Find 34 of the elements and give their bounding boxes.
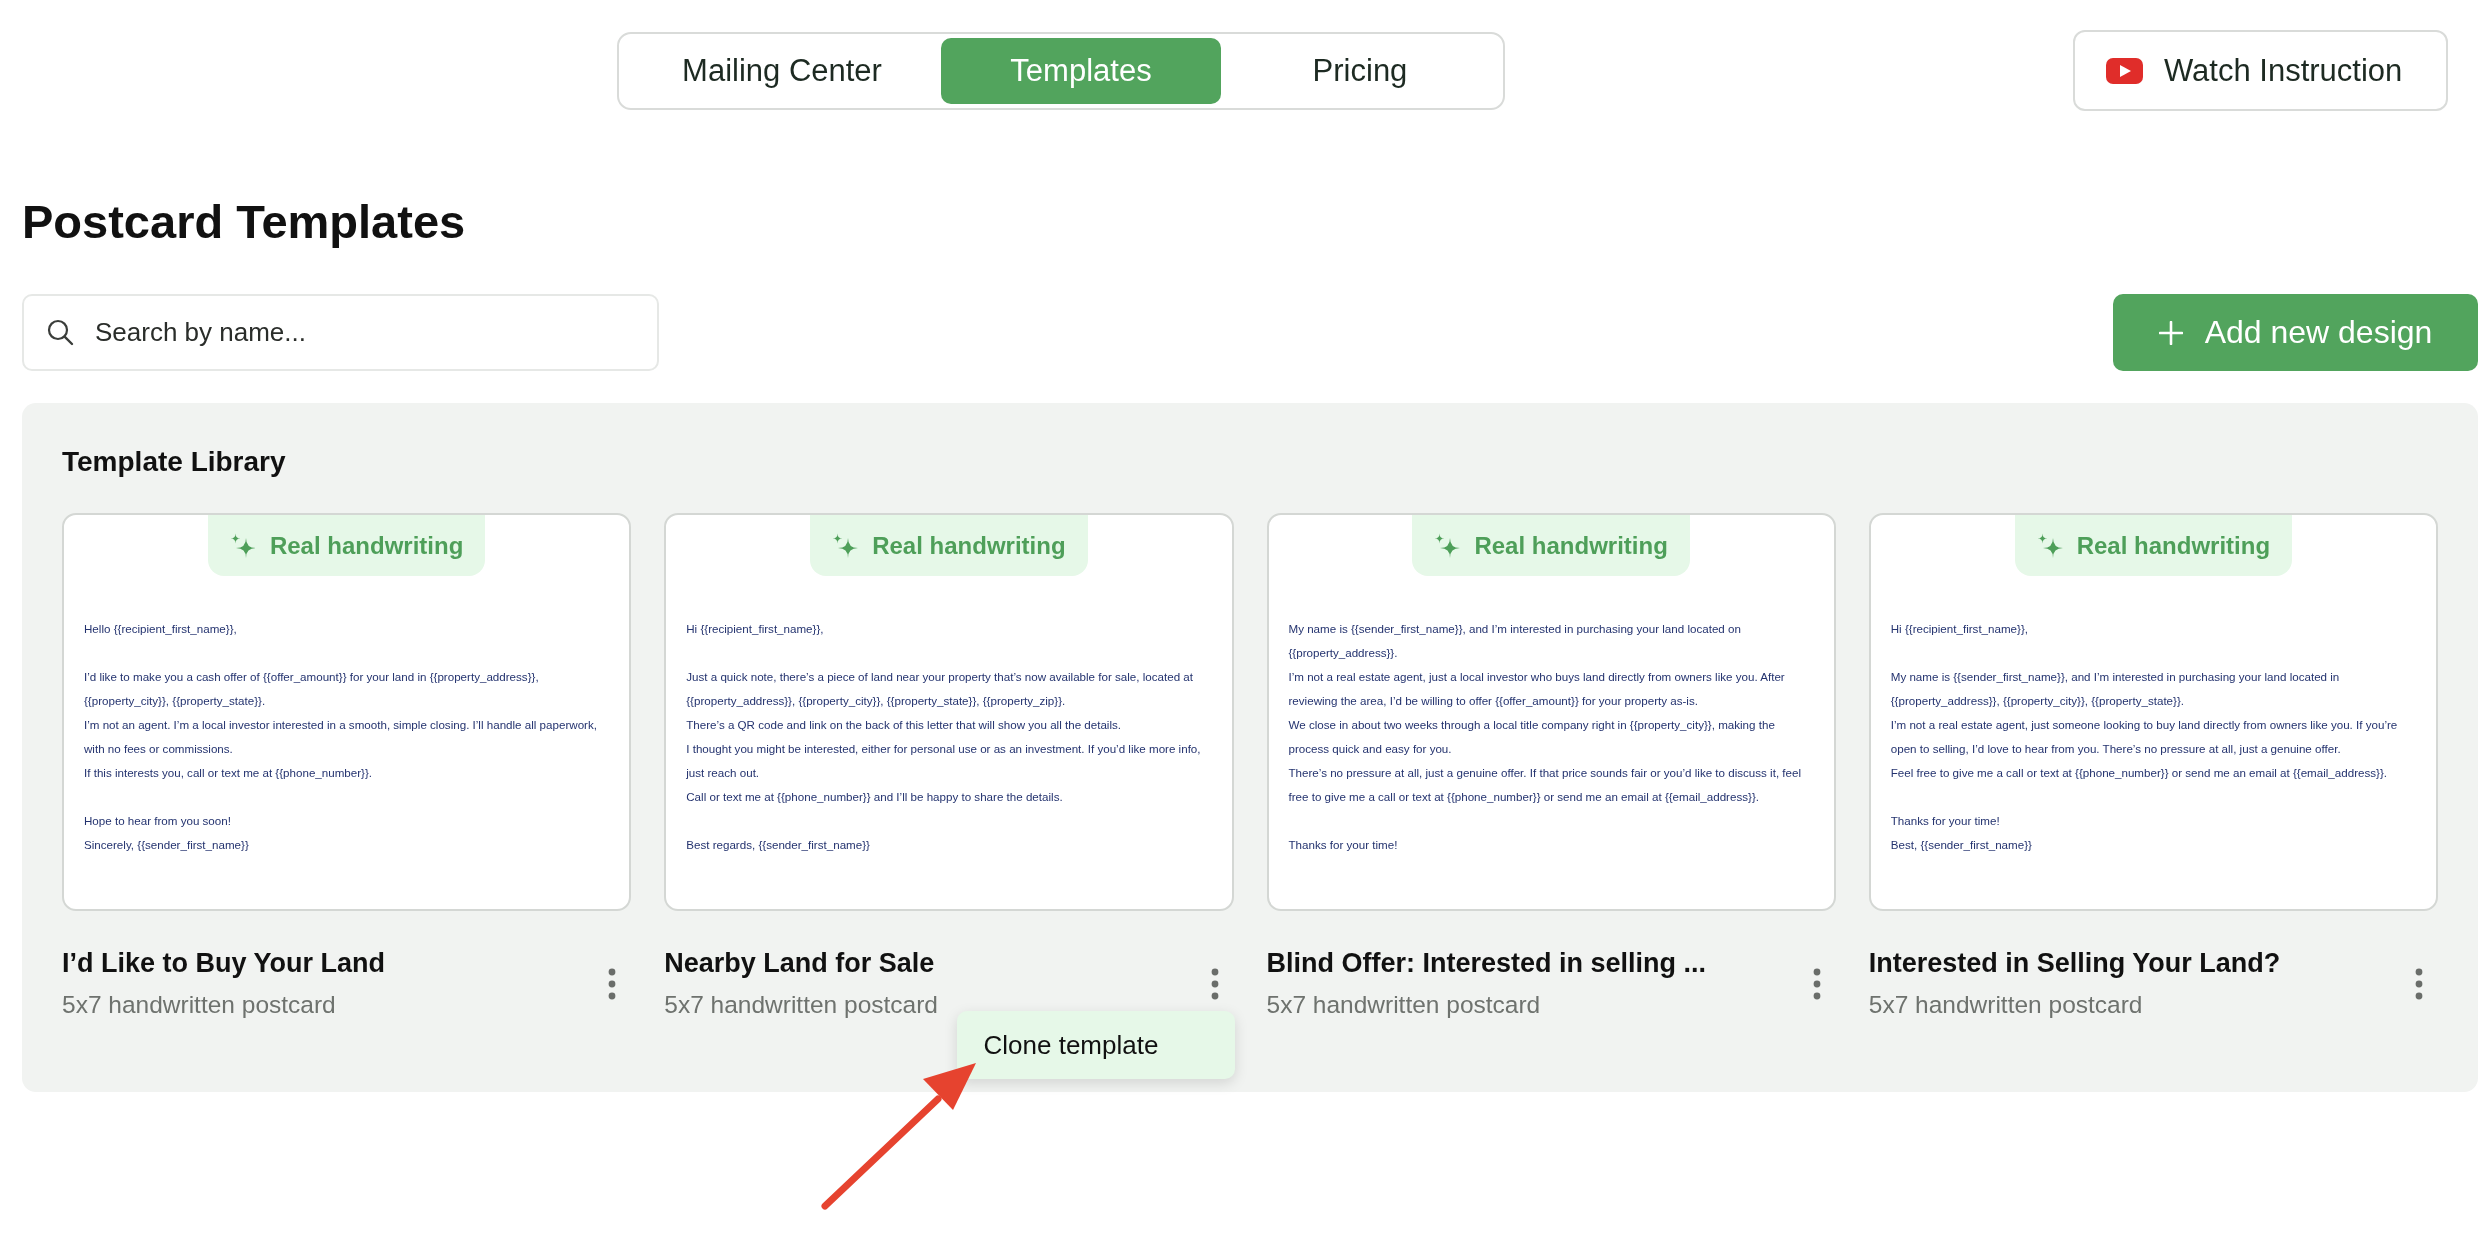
more-vertical-icon[interactable] xyxy=(1210,968,1219,1000)
template-name: Blind Offer: Interested in selling ... xyxy=(1266,947,1707,980)
template-name: I’d Like to Buy Your Land xyxy=(62,947,386,980)
nav-tab[interactable]: Mailing Center xyxy=(623,37,941,104)
template-format: 5x7 handwritten postcard xyxy=(1266,990,1542,1020)
badge-label: Real handwriting xyxy=(269,531,464,560)
letter-text: My name is {{sender_first_name}}, and I’m interested in purchasing your land located on {{property_address}}. I’m not a real estate agent, just a local investor who buys land directly from owners like you. After reviewing the area, I’d be willing to offer {{offer_amount}} for your property as-is. We close in about two weeks through a local title company right in {{property_city}}, making the process quick and easy for you. There’s no pressure at all, just a genuine offer. If that price sounds fair or you’d like to discuss it, feel free to give me a call or text at {{phone_number}} or send me an email at {{email_address}}. Thanks for your time! xyxy=(1288,620,1803,853)
template-format: 5x7 handwritten postcard xyxy=(664,990,938,1020)
more-vertical-icon[interactable] xyxy=(608,968,617,1000)
badge-label: Real handwriting xyxy=(872,531,1066,560)
template-card[interactable] xyxy=(62,513,632,911)
template-card[interactable] xyxy=(664,513,1234,911)
template-card[interactable] xyxy=(1266,513,1836,911)
menu-item[interactable]: Clone template xyxy=(960,1015,1231,1075)
template-name: Interested in Selling Your Land? xyxy=(1868,947,2281,980)
nav-tab[interactable]: Pricing xyxy=(1221,37,1499,104)
badge-label: Real handwriting xyxy=(1474,531,1668,560)
letter-text: Hi {{recipient_first_name}}, My name is {{sender_first_name}}, and I’m interested in purchasing your land located in {{property_address}}, {{property_city}}, {{property_state}}. I’m not a real estate agent, just someone looking to buy land directly from owners like you. If you’re open to selling, I’d love to hear from you. There’s no pressure at all, just a genuine offer. Feel free to give me a call or text at {{phone_number}} or send me an email at {{email_address}}. Thanks for your time! Best, {{sender_first_name}} xyxy=(1890,620,2399,853)
template-format: 5x7 handwritten postcard xyxy=(1868,990,2144,1020)
template-name: Nearby Land for Sale xyxy=(664,947,936,980)
search-icon xyxy=(46,318,74,346)
watch-instruction-button[interactable]: Watch Instruction xyxy=(2073,30,2448,111)
plus-icon xyxy=(2158,320,2183,345)
template-format: 5x7 handwritten postcard xyxy=(62,990,337,1020)
search-field[interactable]: Search by name... xyxy=(22,294,659,371)
template-card[interactable] xyxy=(1868,513,2438,911)
letter-text: Hello {{recipient_first_name}}, I’d like to make you a cash offer of {{offer_amount}} for your land in {{property_address}}, {{property_city}}, {{property_state}}. I’m not an agent. I’m a local investor interested in a smooth, simple closing. I’ll handle all paperwork, with no fees or commissions. If this interests you, call or text me at {{phone_number}}. Hope to hear from you soon! Sincerely, {{sender_first_name}} xyxy=(84,620,598,853)
letter-text: Hi {{recipient_first_name}}, Just a quick note, there’s a piece of land near your property that’s now available for sale, located at {{property_address}}, {{property_city}}, {{property_state}}, {{property_zip}}. There’s a QR code and link on the back of this letter that will show you all the details. I thought you might be interested, either for personal use or as an investment. If you’d like more info, just reach out. Call or text me at {{phone_number}} and I’ll be happy to share the details. Best regards, {{sender_first_name}} xyxy=(686,620,1202,853)
more-vertical-icon[interactable] xyxy=(2415,968,2423,1000)
more-vertical-icon[interactable] xyxy=(1812,968,1821,1000)
video-play-icon xyxy=(2106,57,2143,84)
badge-label: Real handwriting xyxy=(2076,531,2271,560)
section-title: Template Library xyxy=(62,446,286,478)
page-title: Postcard Templates xyxy=(22,196,466,248)
